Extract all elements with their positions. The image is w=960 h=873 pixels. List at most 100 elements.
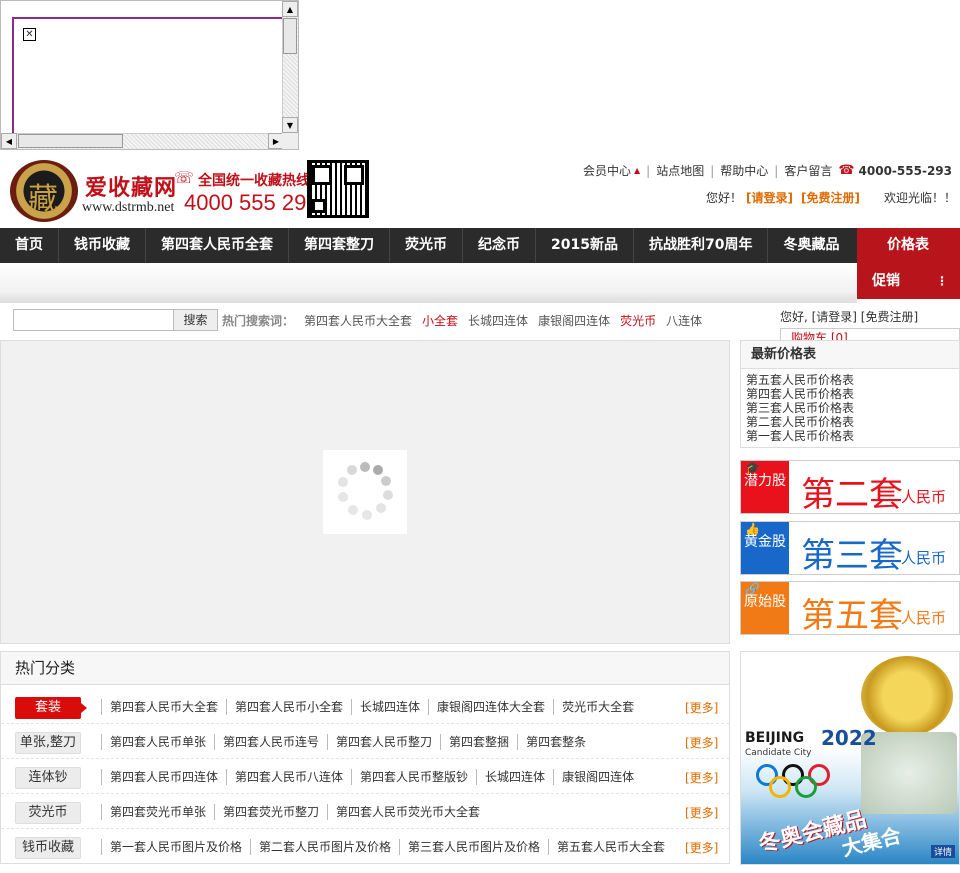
nav-item-coin-collection[interactable]: 钱币收藏 — [59, 228, 146, 263]
user-mini-bar[interactable]: 您好, [请登录] [免费注册] — [780, 308, 918, 325]
site-map-link[interactable]: 站点地图 — [656, 162, 704, 179]
category-link[interactable]: 第五套人民币大全套 — [548, 839, 673, 855]
more-link[interactable]: [更多] — [685, 769, 718, 786]
telephone-icon: ☎ — [838, 163, 855, 178]
hot-keyword[interactable]: 长城四连体 — [468, 312, 528, 329]
nav-item-commemorative-coin[interactable]: 纪念币 — [463, 228, 536, 263]
site-logo[interactable]: 藏 — [10, 160, 78, 222]
nav-item-home[interactable]: 首页 — [0, 228, 59, 263]
category-link[interactable]: 第四套整捆 — [440, 734, 517, 750]
category-link[interactable]: 荧光币大全套 — [553, 699, 642, 715]
category-link[interactable]: 长城四连体 — [476, 769, 553, 785]
more-link[interactable]: [更多] — [685, 839, 718, 856]
category-link[interactable]: 第四套整条 — [517, 734, 594, 750]
category-link[interactable]: 康银阁四连体大全套 — [428, 699, 553, 715]
category-tag-coin[interactable]: 钱币收藏 — [15, 837, 81, 859]
nav-item-4th-set-full[interactable]: 第四套人民币全套 — [146, 228, 289, 263]
olympic-rings-icon — [756, 764, 846, 804]
hot-keyword[interactable]: 第四套人民币大全套 — [304, 312, 412, 329]
ad-year: 2022 — [821, 726, 877, 750]
category-link[interactable]: 第二套人民币图片及价格 — [250, 839, 399, 855]
divider: | — [646, 163, 651, 178]
set-tag-label: 潜力股 — [744, 473, 786, 489]
search-input[interactable] — [13, 309, 174, 331]
price-list-item[interactable]: 第三套人民币价格表 — [746, 401, 959, 415]
price-list-item[interactable]: 第二套人民币价格表 — [746, 415, 959, 429]
cart-button[interactable]: 购物车 [0] — [780, 328, 960, 340]
more-link[interactable]: [更多] — [685, 804, 718, 821]
ad-details-link[interactable]: 详情 — [930, 845, 955, 858]
set-tag: 🔗 原始股 — [741, 582, 789, 634]
hot-keyword[interactable]: 荧光币 — [620, 312, 656, 329]
category-link[interactable]: 第四套人民币连号 — [214, 734, 327, 750]
hot-keyword[interactable]: 八连体 — [666, 312, 702, 329]
message-link[interactable]: 客户留言 — [784, 162, 832, 179]
category-tag-set[interactable]: 套装 — [15, 697, 87, 719]
more-link[interactable]: [更多] — [685, 734, 718, 751]
nav-item-2015-new[interactable]: 2015新品 — [536, 228, 634, 263]
category-tag-single[interactable]: 单张,整刀 — [15, 732, 81, 754]
set-card-3rd[interactable]: 👍 黄金股 第三套 人民币 — [740, 521, 960, 576]
phone-icon: ☏ — [174, 168, 195, 187]
price-list-item[interactable]: 第一套人民币价格表 — [746, 429, 959, 443]
nav-item-promotion[interactable]: 促销 ⋮ — [857, 263, 960, 299]
price-list-item[interactable]: 第五套人民币价格表 — [746, 373, 959, 387]
hotline-number: 4000 555 293 — [184, 190, 319, 215]
promotion-label: 促销 — [872, 273, 900, 289]
category-link[interactable]: 第四套荧光币整刀 — [214, 804, 327, 820]
set-tag: 👍 黄金股 — [741, 522, 789, 574]
category-link[interactable]: 第四套人民币四连体 — [101, 769, 226, 785]
spinner-dot — [383, 490, 393, 500]
spinner-dot — [381, 476, 391, 486]
login-link[interactable]: [请登录] — [746, 189, 793, 206]
category-link[interactable]: 康银阁四连体 — [553, 769, 642, 785]
hotline-label: 全国统一收藏热线 — [198, 173, 310, 189]
scroll-up-icon[interactable]: ▲ — [282, 1, 298, 17]
hot-search-keywords: 热门搜索词： 第四套人民币大全套 小全套 长城四连体 康银阁四连体 荧光币 八连… — [222, 312, 712, 329]
member-center-link[interactable]: 会员中心 — [583, 162, 631, 179]
category-link[interactable]: 第一套人民币图片及价格 — [101, 839, 250, 855]
broken-image-icon: ✕ — [23, 28, 36, 41]
horizontal-scroll-thumb[interactable] — [18, 134, 123, 148]
category-row: 套装 第四套人民币大全套 第四套人民币小全套 长城四连体 康银阁四连体大全套 荧… — [1, 689, 729, 724]
hot-keyword[interactable]: 康银阁四连体 — [538, 312, 610, 329]
search-button[interactable]: 搜索 — [173, 309, 218, 331]
link-icon: 🔗 — [745, 582, 760, 596]
category-link[interactable]: 第四套荧光币单张 — [101, 804, 214, 820]
category-link[interactable]: 第四套人民币单张 — [101, 734, 214, 750]
scroll-down-icon[interactable]: ▼ — [282, 117, 298, 133]
vertical-scroll-thumb[interactable] — [283, 18, 297, 54]
more-link[interactable]: [更多] — [685, 699, 718, 716]
set-card-2nd[interactable]: 🎓 潜力股 第二套 人民币 — [740, 460, 960, 515]
category-link[interactable]: 长城四连体 — [351, 699, 428, 715]
welcome-text: 欢迎光临！！ — [883, 191, 956, 205]
set-card-5th[interactable]: 🔗 原始股 第五套 人民币 — [740, 581, 960, 636]
nav-item-4th-set-bundle[interactable]: 第四套整刀 — [289, 228, 390, 263]
register-link[interactable]: [免费注册] — [801, 189, 860, 206]
category-link[interactable]: 第四套人民币整版钞 — [351, 769, 476, 785]
category-tag-joined[interactable]: 连体钞 — [15, 767, 81, 789]
category-link[interactable]: 第四套人民币小全套 — [226, 699, 351, 715]
greeting-bar: 您好！ [请登录] [免费注册] 欢迎光临！！ — [706, 189, 956, 206]
category-link[interactable]: 第四套人民币荧光币大全套 — [327, 804, 488, 820]
main-nav: 首页 钱币收藏 第四套人民币全套 第四套整刀 荧光币 纪念币 2015新品 抗战… — [0, 228, 960, 263]
nav-item-fluorescent-coin[interactable]: 荧光币 — [390, 228, 463, 263]
scroll-left-icon[interactable]: ◀ — [1, 133, 17, 149]
category-link[interactable]: 第四套人民币八连体 — [226, 769, 351, 785]
nav-item-price-table[interactable]: 价格表 — [857, 228, 960, 263]
category-tag-fluorescent[interactable]: 荧光币 — [15, 802, 81, 824]
help-center-link[interactable]: 帮助中心 — [720, 162, 768, 179]
nav-item-winter-olympics[interactable]: 冬奥藏品 — [768, 228, 854, 263]
hot-keyword[interactable]: 小全套 — [422, 312, 458, 329]
price-list-item[interactable]: 第四套人民币价格表 — [746, 387, 959, 401]
more-menu-icon[interactable]: ⋮ — [936, 263, 948, 299]
set-subtitle: 人民币 — [901, 488, 947, 506]
category-link[interactable]: 第四套人民币整刀 — [327, 734, 440, 750]
set-tag-label: 原始股 — [744, 594, 786, 610]
category-link[interactable]: 第四套人民币大全套 — [101, 699, 226, 715]
category-link[interactable]: 第三套人民币图片及价格 — [399, 839, 548, 855]
spinner-dot — [338, 477, 348, 487]
ad-frame[interactable]: ✕ ▲ ▼ ◀ ▶ — [0, 0, 299, 150]
winter-olympics-ad[interactable]: BEIJING 2022 Candidate City 冬奥会藏品 大集合 详情 — [740, 651, 960, 865]
nav-item-war-victory-70[interactable]: 抗战胜利70周年 — [634, 228, 769, 263]
